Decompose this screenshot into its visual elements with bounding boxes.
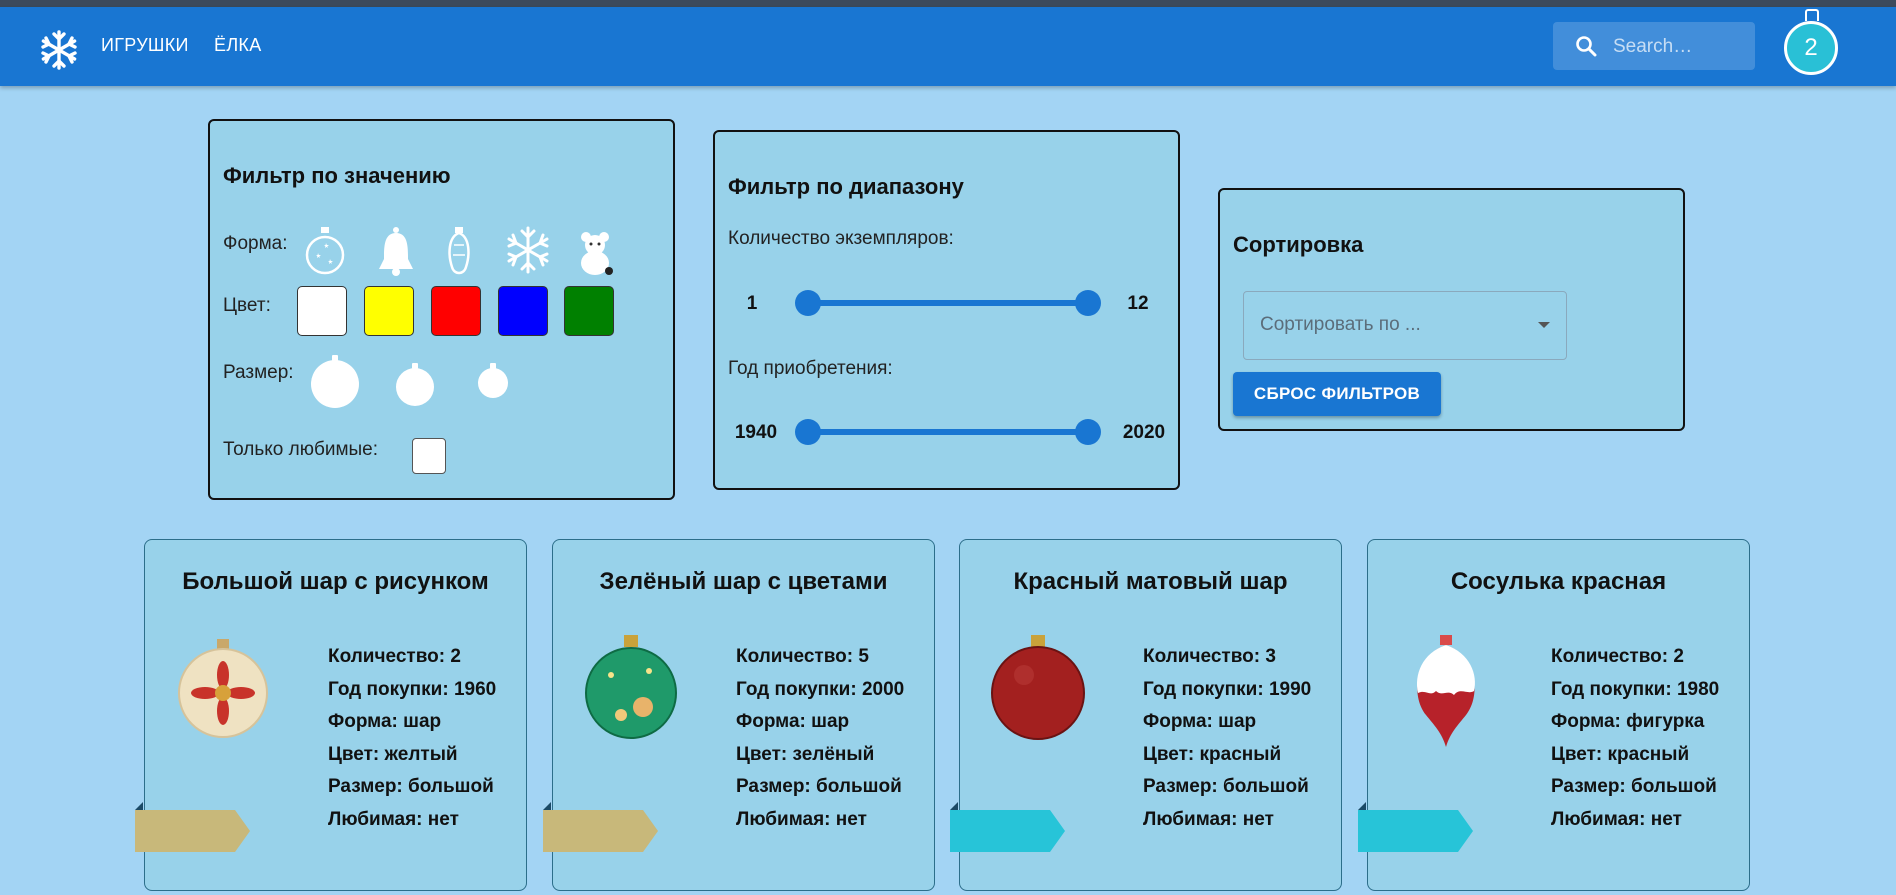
favorite-ribbon xyxy=(1358,802,1473,852)
app-bar: ИГРУШКИ ЁЛКА 2 xyxy=(0,7,1896,86)
size-small-button[interactable] xyxy=(478,363,508,398)
nav-tree[interactable]: ЁЛКА xyxy=(214,35,262,56)
toy-favorite: Любимая: нет xyxy=(328,808,459,830)
figure-icon[interactable] xyxy=(576,225,616,277)
toy-image xyxy=(585,635,677,739)
year-label: Год приобретения: xyxy=(728,358,893,379)
toy-color: Цвет: красный xyxy=(1551,743,1690,765)
color-swatch-button[interactable] xyxy=(564,286,614,336)
toy-card-info: Количество: 2 Год покупки: 1960 Форма: шар… xyxy=(328,641,496,836)
reset-filters-button[interactable]: СБРОС ФИЛЬТРОВ xyxy=(1233,372,1441,416)
toy-favorite: Любимая: нет xyxy=(736,808,867,830)
size-label: Размер: xyxy=(223,362,294,383)
toy-card-title: Большой шар с рисунком xyxy=(182,568,489,595)
color-swatch-button[interactable] xyxy=(431,286,481,336)
toy-count: Количество: 3 xyxy=(1143,646,1276,667)
panel-title: Фильтр по диапазону xyxy=(728,174,964,199)
count-slider-range xyxy=(808,300,1088,306)
color-swatch-button[interactable] xyxy=(297,286,347,336)
nav-toys[interactable]: ИГРУШКИ xyxy=(101,35,189,56)
chevron-down-icon xyxy=(1538,322,1550,328)
toy-card-info: Количество: 2 Год покупки: 1980 Форма: фиг… xyxy=(1551,641,1719,836)
panel-title: Фильтр по значению xyxy=(223,163,451,188)
color-swatch-button[interactable] xyxy=(364,286,414,336)
sort-select-placeholder: Сортировать по ... xyxy=(1260,314,1421,335)
toy-image xyxy=(178,639,268,738)
toy-image xyxy=(991,635,1085,740)
toy-count: Количество: 2 xyxy=(328,646,461,667)
toy-color: Цвет: желтый xyxy=(328,743,458,765)
toy-card-title: Красный матовый шар xyxy=(1013,568,1288,595)
toy-year: Год покупки: 1980 xyxy=(1551,678,1720,700)
cone-icon[interactable] xyxy=(444,225,474,279)
count-min-value: 1 xyxy=(746,293,758,314)
toy-card-info: Количество: 5 Год покупки: 2000 Форма: шар… xyxy=(736,641,904,836)
ball-icon[interactable] xyxy=(304,225,346,275)
panel-title: Сортировка xyxy=(1233,232,1364,257)
toy-color: Цвет: красный xyxy=(1143,743,1282,765)
toy-card-title: Зелёный шар с цветами xyxy=(599,568,888,595)
toy-shape: Форма: фигурка xyxy=(1551,711,1705,732)
toy-year: Год покупки: 1990 xyxy=(1143,678,1312,700)
count-label: Количество экземпляров: xyxy=(728,228,954,249)
favorites-only-label: Только любимые: xyxy=(223,439,379,460)
count-max-value: 12 xyxy=(1127,293,1149,314)
shape-label: Форма: xyxy=(223,233,288,254)
snowflake-icon[interactable] xyxy=(38,29,80,71)
year-max-value: 2020 xyxy=(1122,422,1166,443)
toy-year: Год покупки: 1960 xyxy=(328,678,497,700)
toy-color: Цвет: зелёный xyxy=(736,743,875,765)
favorite-ribbon xyxy=(135,802,250,852)
toy-shape: Форма: шар xyxy=(736,711,850,732)
toy-shape: Форма: шар xyxy=(1143,711,1257,732)
toy-count: Количество: 2 xyxy=(1551,646,1684,667)
color-label: Цвет: xyxy=(223,295,271,316)
favorite-ribbon xyxy=(543,802,658,852)
toy-favorite: Любимая: нет xyxy=(1143,808,1274,830)
toy-image xyxy=(1417,635,1475,747)
size-large-button[interactable] xyxy=(311,355,359,408)
toy-size: Размер: большой xyxy=(1143,776,1309,797)
toy-card-title: Сосулька красная xyxy=(1450,568,1667,595)
favorite-ribbon xyxy=(950,802,1065,852)
favorites-count-badge: 2 xyxy=(1784,21,1838,75)
toy-size: Размер: большой xyxy=(328,776,494,797)
toy-count: Количество: 5 xyxy=(736,646,869,667)
year-slider-track[interactable] xyxy=(808,429,1088,435)
sort-select[interactable]: Сортировать по ... xyxy=(1243,291,1567,360)
search-icon xyxy=(1576,36,1597,57)
year-max-thumb[interactable] xyxy=(1075,419,1101,445)
toy-card[interactable]: Сосулька красная Количество: 2 Год покупки… xyxy=(1358,539,1750,891)
color-swatch-button[interactable] xyxy=(498,286,548,336)
toy-shape: Форма: шар xyxy=(328,711,442,732)
toy-year: Год покупки: 2000 xyxy=(736,678,905,700)
search-input[interactable] xyxy=(1611,32,1750,62)
toy-favorite: Любимая: нет xyxy=(1551,808,1682,830)
toy-card[interactable]: Зелёный шар с цветами Количество: 5 Год по… xyxy=(543,539,935,891)
toy-card-info: Количество: 3 Год покупки: 1990 Форма: шар… xyxy=(1143,641,1311,836)
favorites-counter[interactable]: 2 xyxy=(1781,9,1843,85)
size-medium-button[interactable] xyxy=(396,363,434,406)
filter-by-value-panel: Фильтр по значению Форма: Цвет: Размер: … xyxy=(208,119,675,500)
ornament-cap-icon xyxy=(1805,9,1819,21)
bell-icon[interactable] xyxy=(376,225,416,277)
year-min-value: 1940 xyxy=(734,422,778,443)
year-min-thumb[interactable] xyxy=(795,419,821,445)
search-box[interactable] xyxy=(1553,22,1755,70)
favorites-only-checkbox[interactable] xyxy=(412,438,446,474)
toy-card[interactable]: Красный матовый шар Количество: 3 Год поку… xyxy=(950,539,1342,891)
toy-card[interactable]: Большой шар с рисунком Количество: 2 Год п… xyxy=(135,539,527,891)
snowflake-icon[interactable] xyxy=(503,225,553,275)
filter-by-range-panel: Фильтр по диапазону Количество экземпляр… xyxy=(713,130,1180,490)
toy-size: Размер: большой xyxy=(736,776,902,797)
window-top-strip xyxy=(0,0,1896,7)
toy-size: Размер: большой xyxy=(1551,776,1717,797)
